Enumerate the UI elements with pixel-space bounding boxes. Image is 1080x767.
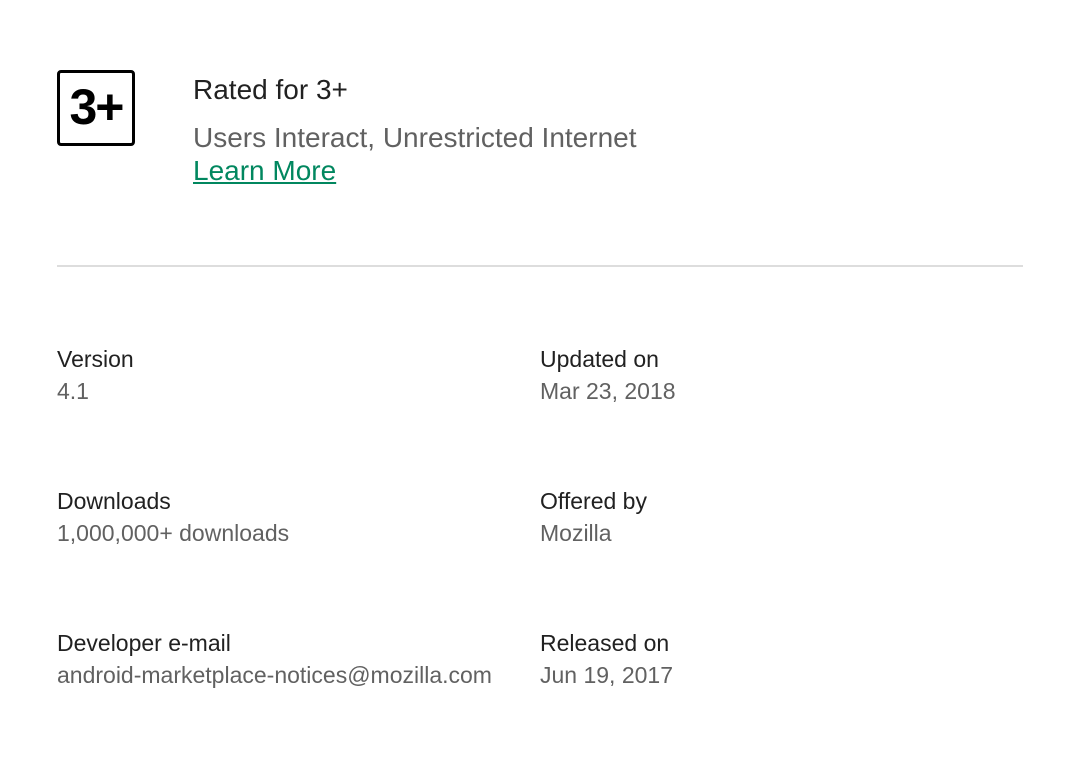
rating-descriptors: Users Interact, Unrestricted Internet: [193, 122, 637, 153]
released-on-info: Released on Jun 19, 2017: [540, 627, 1010, 691]
learn-more-link[interactable]: Learn More: [193, 155, 336, 187]
offered-by-value: Mozilla: [540, 520, 612, 546]
downloads-info: Downloads 1,000,000+ downloads: [57, 485, 527, 549]
rating-3plus-icon: 3+: [57, 70, 135, 146]
version-label: Version: [57, 346, 134, 372]
developer-email-info: Developer e-mail android-marketplace-not…: [57, 627, 527, 691]
version-value: 4.1: [57, 378, 89, 404]
rating-badge-text: 3+: [69, 79, 124, 135]
updated-on-value: Mar 23, 2018: [540, 378, 676, 404]
released-on-value: Jun 19, 2017: [540, 662, 674, 688]
developer-email-link[interactable]: android-marketplace-notices@mozilla.com: [57, 659, 527, 691]
offered-by-info: Offered by Mozilla: [540, 485, 1010, 549]
section-divider: [57, 265, 1023, 267]
developer-email-label: Developer e-mail: [57, 630, 231, 656]
downloads-label: Downloads: [57, 488, 171, 514]
updated-on-info: Updated on Mar 23, 2018: [540, 343, 1010, 407]
rating-title: Rated for 3+: [193, 74, 348, 105]
updated-on-label: Updated on: [540, 346, 659, 372]
version-info: Version 4.1: [57, 343, 527, 407]
downloads-value: 1,000,000+ downloads: [57, 520, 290, 546]
offered-by-label: Offered by: [540, 488, 647, 514]
released-on-label: Released on: [540, 630, 670, 656]
